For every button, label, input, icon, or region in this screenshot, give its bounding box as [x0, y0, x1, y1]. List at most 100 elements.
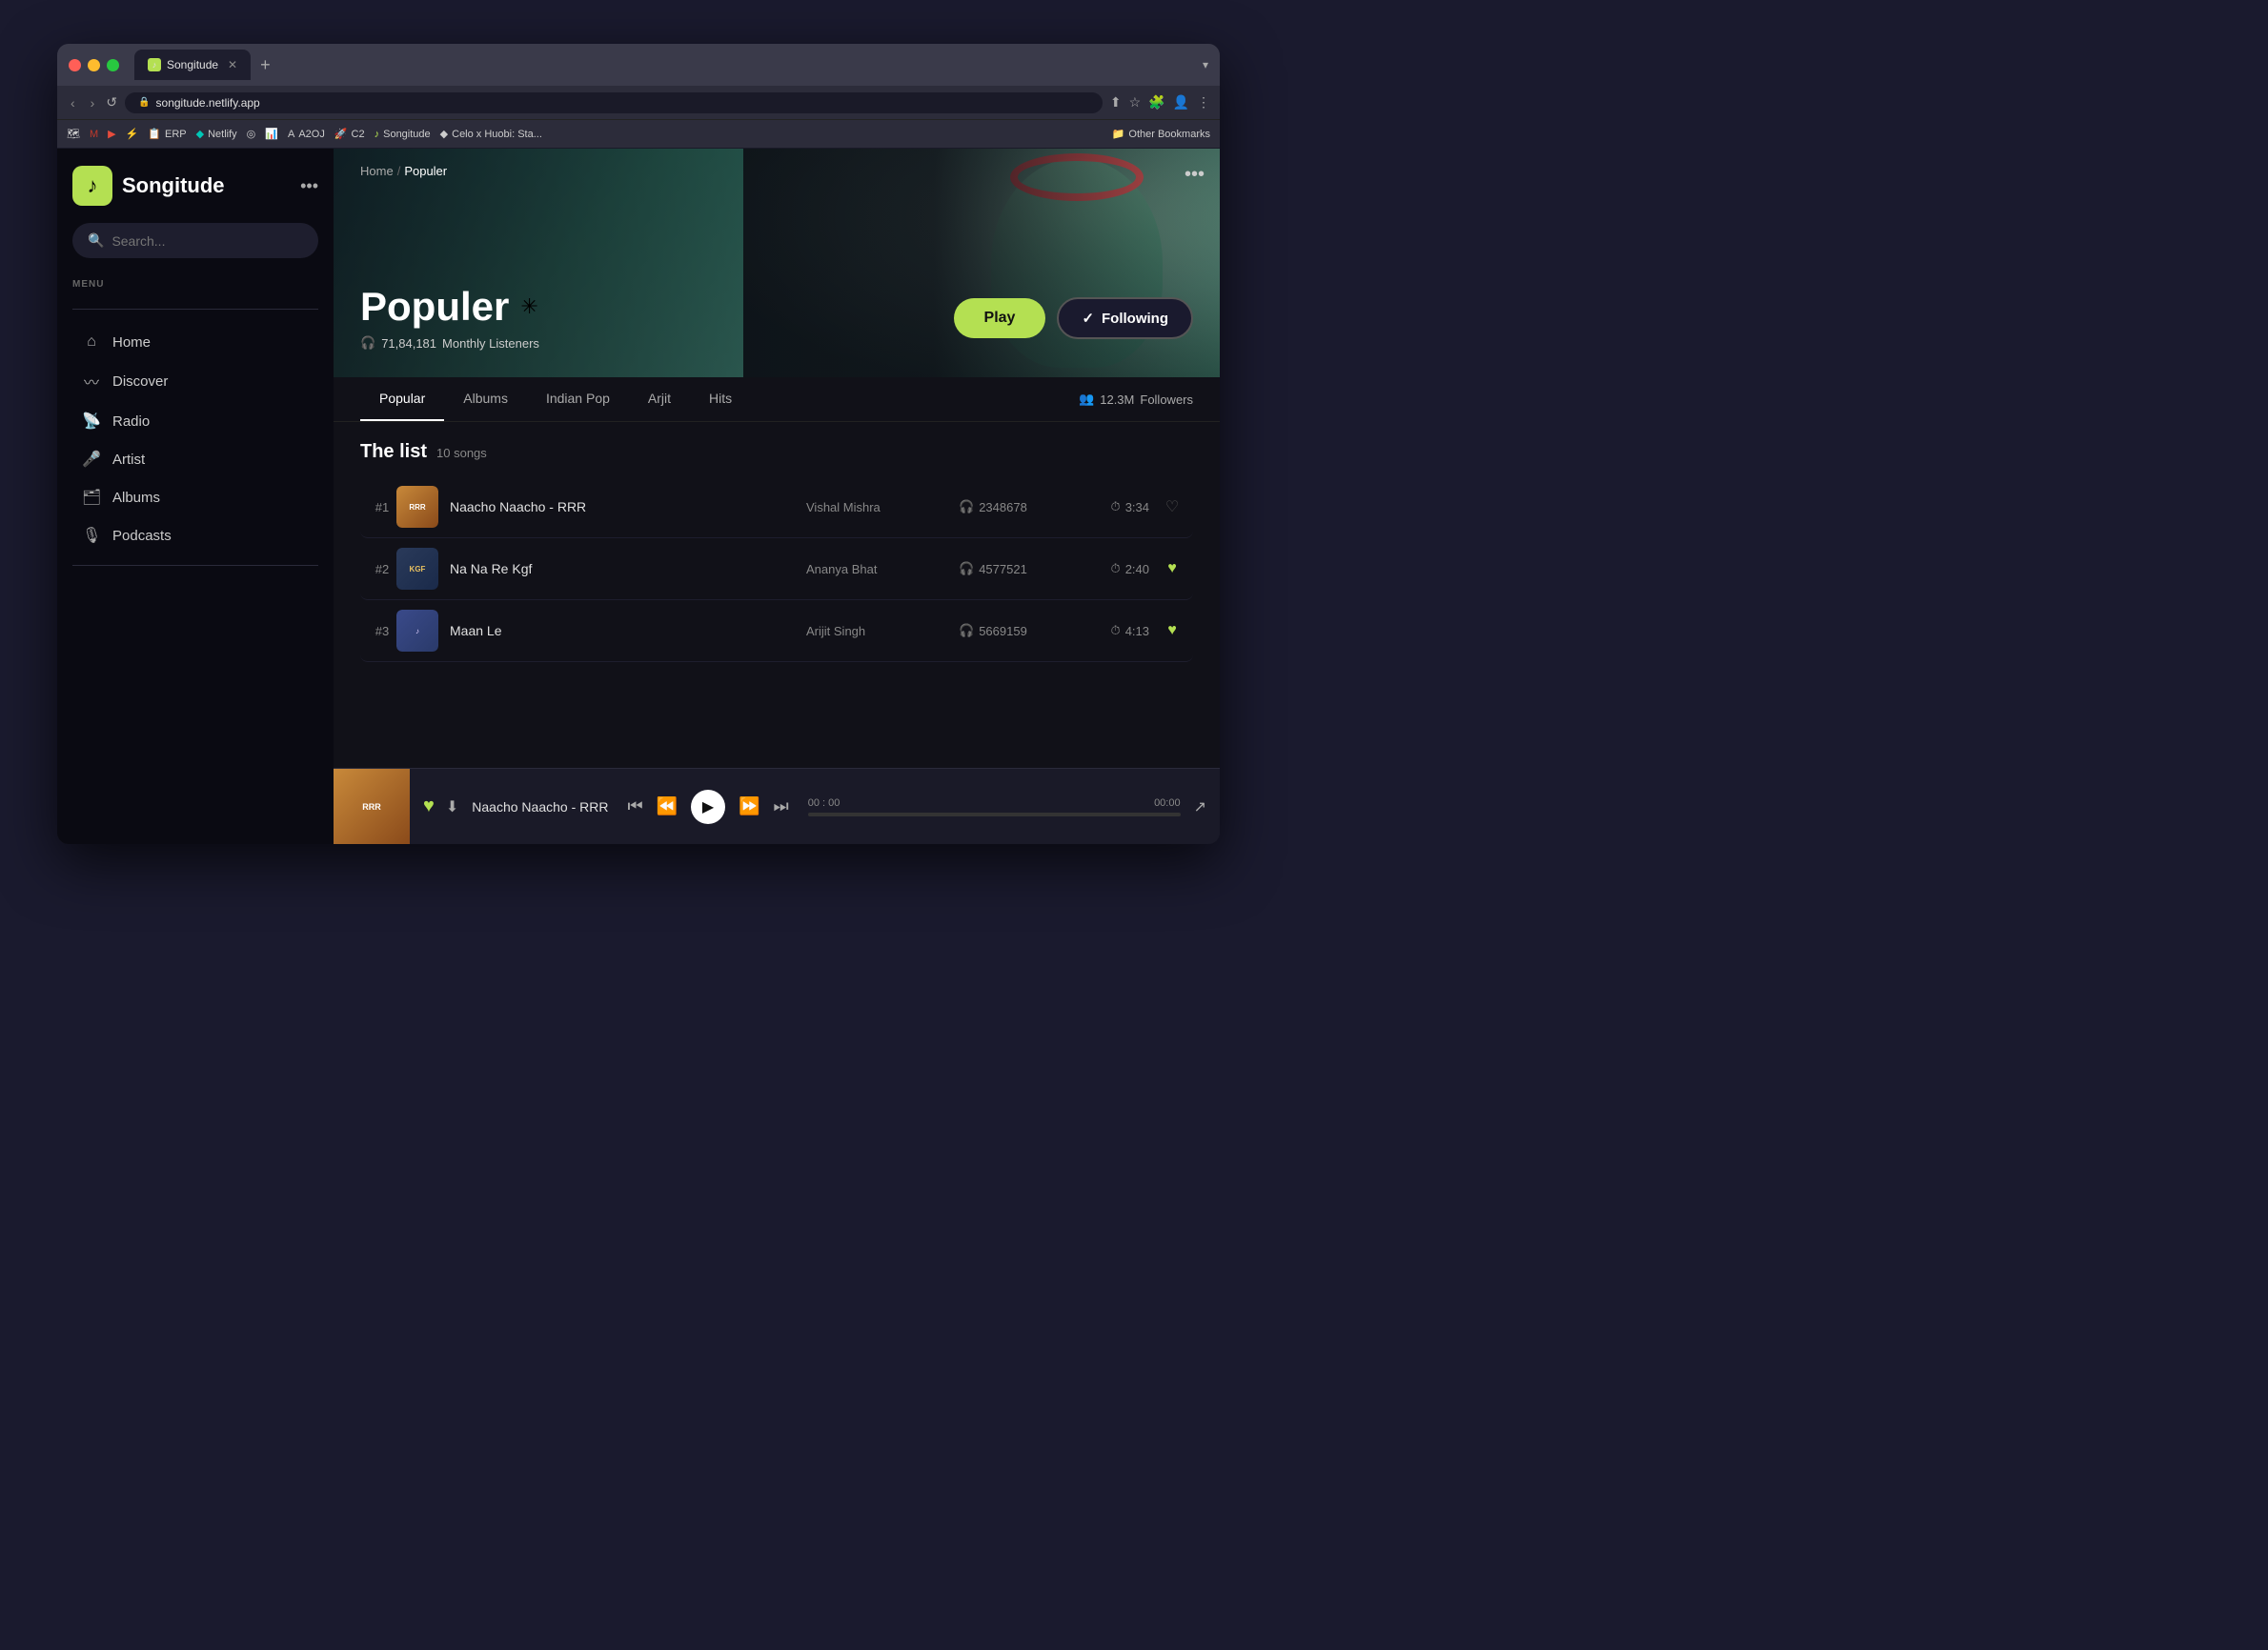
tab-popular[interactable]: Popular: [360, 377, 444, 421]
fast-forward-button[interactable]: ⏩: [739, 796, 759, 816]
close-button[interactable]: [69, 59, 81, 71]
play-pause-button[interactable]: ▶: [691, 790, 725, 824]
tab-dropdown-icon[interactable]: ▾: [1203, 58, 1208, 71]
song-row-2[interactable]: #2 KGF Na Na Re Kgf Ananya Bhat 🎧 457752…: [360, 538, 1193, 600]
maximize-button[interactable]: [107, 59, 119, 71]
song-row-3[interactable]: #3 ♪ Maan Le Arijit Singh 🎧 5669159 ⏱ 4:: [360, 600, 1193, 662]
tab-close-button[interactable]: ✕: [228, 58, 237, 71]
minimize-button[interactable]: [88, 59, 100, 71]
menu-icon[interactable]: ⋮: [1197, 94, 1210, 111]
bookmark-c2[interactable]: 🚀 C2: [334, 128, 365, 140]
skip-back-button[interactable]: ⏮: [627, 796, 642, 816]
search-box[interactable]: 🔍: [72, 223, 318, 258]
play-button[interactable]: Play: [954, 298, 1046, 338]
player-like-button[interactable]: ♥: [423, 795, 435, 817]
bookmark-gmail-icon: M: [90, 129, 98, 140]
nav-bar: ‹ › ↺ 🔒 songitude.netlify.app ⬆ ☆ 🧩 👤 ⋮: [57, 86, 1220, 120]
duration-val-1: 3:34: [1125, 500, 1149, 514]
bookmark-a2oj[interactable]: A A2OJ: [288, 129, 325, 140]
listeners-icon: 🎧: [360, 335, 375, 351]
following-button[interactable]: ✓ Following: [1057, 297, 1193, 339]
traffic-lights: [69, 59, 119, 71]
sidebar-label-radio: Radio: [112, 413, 150, 430]
skip-forward-button[interactable]: ⏭: [774, 796, 789, 816]
sidebar-item-artist[interactable]: 🎤 Artist: [72, 441, 318, 477]
song-num-3: #3: [368, 624, 396, 638]
song-title-2: Na Na Re Kgf: [450, 561, 806, 576]
like-button-2[interactable]: ♥: [1159, 560, 1185, 577]
like-button-3[interactable]: ♥: [1159, 622, 1185, 639]
hero-options-button[interactable]: •••: [1185, 164, 1205, 186]
bookmark-flash[interactable]: ⚡: [126, 128, 139, 140]
sidebar: ♪ Songitude ••• 🔍 MENU ⌂ Home 〰 Discover…: [57, 149, 334, 844]
tab-arjit[interactable]: Arjit: [629, 377, 690, 421]
bookmark-netlify[interactable]: ◆ Netlify: [196, 128, 237, 140]
bookmark-icon[interactable]: ☆: [1129, 94, 1142, 111]
bookmark-celo-icon: ◆: [440, 128, 448, 140]
tab-albums[interactable]: Albums: [444, 377, 527, 421]
bookmark-c2-label: C2: [352, 129, 365, 140]
main-area: Home / Populer ••• Populer ✳ 🎧 71,84,181…: [334, 149, 1220, 844]
song-thumb-3: ♪: [396, 610, 438, 652]
sidebar-item-home[interactable]: ⌂ Home: [72, 325, 318, 359]
song-artist-2: Ananya Bhat: [806, 562, 959, 576]
song-artist-3: Arijit Singh: [806, 624, 959, 638]
player-share-button[interactable]: ↗: [1181, 797, 1220, 816]
back-button[interactable]: ‹: [67, 93, 79, 112]
bookmark-erp[interactable]: 📋 ERP: [148, 128, 186, 140]
sidebar-label-artist: Artist: [112, 452, 145, 468]
like-button-1[interactable]: ♡: [1159, 497, 1185, 516]
tab-bar: ♪ Songitude ✕ + ▾: [134, 50, 1208, 80]
song-row-1[interactable]: #1 RRR Naacho Naacho - RRR Vishal Mishra…: [360, 476, 1193, 538]
tab-favicon: ♪: [148, 58, 161, 71]
address-bar[interactable]: 🔒 songitude.netlify.app: [125, 92, 1103, 113]
breadcrumb-home[interactable]: Home: [360, 164, 394, 178]
other-bookmarks-folder-icon: 📁: [1112, 128, 1125, 140]
profile-icon[interactable]: 👤: [1173, 94, 1189, 111]
player-progress-bar[interactable]: [808, 813, 1181, 816]
song-duration-2: ⏱ 2:40: [1073, 561, 1149, 576]
bookmark-a2oj-label: A2OJ: [298, 129, 325, 140]
list-title: The list: [360, 441, 427, 463]
bookmark-gmail[interactable]: M: [90, 129, 98, 140]
bookmark-github-icon: ◎: [247, 128, 256, 140]
tabs-row: Popular Albums Indian Pop Arjit Hits 👥 1…: [334, 377, 1220, 422]
sidebar-label-podcasts: Podcasts: [112, 528, 172, 544]
bookmark-netlify-icon: ◆: [196, 128, 204, 140]
sidebar-item-podcasts[interactable]: 🎙 Podcasts: [72, 517, 318, 553]
bookmark-youtube[interactable]: ▶: [108, 128, 115, 140]
bookmark-github[interactable]: ◎: [247, 128, 256, 140]
sidebar-divider-bottom: [72, 565, 318, 566]
bookmark-netlify-label: Netlify: [208, 129, 237, 140]
bookmarks-bar: 🗺 M ▶ ⚡ 📋 ERP ◆ Netlify ◎ 📊 A A2OJ: [57, 120, 1220, 149]
artist-icon: 🎤: [82, 450, 101, 469]
player-download-button[interactable]: ⬇: [446, 797, 458, 816]
share-nav-icon[interactable]: ⬆: [1110, 94, 1122, 111]
sidebar-item-radio[interactable]: 📡 Radio: [72, 403, 318, 439]
forward-button[interactable]: ›: [87, 93, 99, 112]
albums-icon: 🗂: [82, 488, 101, 507]
bookmark-analytics[interactable]: 📊: [265, 128, 278, 140]
bookmark-maps-icon: 🗺: [67, 128, 80, 140]
other-bookmarks[interactable]: 📁 Other Bookmarks: [1112, 128, 1210, 140]
sidebar-item-albums[interactable]: 🗂 Albums: [72, 479, 318, 515]
sidebar-item-discover[interactable]: 〰 Discover: [72, 361, 318, 401]
bookmark-celo[interactable]: ◆ Celo x Huobi: Sta...: [440, 128, 542, 140]
bookmark-songitude[interactable]: ♪ Songitude: [375, 129, 431, 140]
sidebar-label-albums: Albums: [112, 490, 160, 506]
new-tab-button[interactable]: +: [254, 55, 276, 75]
url-text: songitude.netlify.app: [156, 96, 260, 110]
tab-hits[interactable]: Hits: [690, 377, 751, 421]
refresh-button[interactable]: ↺: [106, 94, 117, 111]
rewind-button[interactable]: ⏪: [657, 796, 678, 816]
extensions-icon[interactable]: 🧩: [1148, 94, 1164, 111]
active-tab[interactable]: ♪ Songitude ✕: [134, 50, 251, 80]
search-input[interactable]: [111, 233, 303, 249]
bookmark-maps[interactable]: 🗺: [67, 128, 80, 140]
app-logo: ♪: [72, 166, 112, 206]
tab-indian-pop[interactable]: Indian Pop: [527, 377, 629, 421]
app-menu-dots[interactable]: •••: [300, 176, 318, 196]
duration-icon-2: ⏱: [1111, 561, 1121, 576]
tab-title: Songitude: [167, 58, 218, 71]
bookmark-celo-label: Celo x Huobi: Sta...: [452, 129, 542, 140]
